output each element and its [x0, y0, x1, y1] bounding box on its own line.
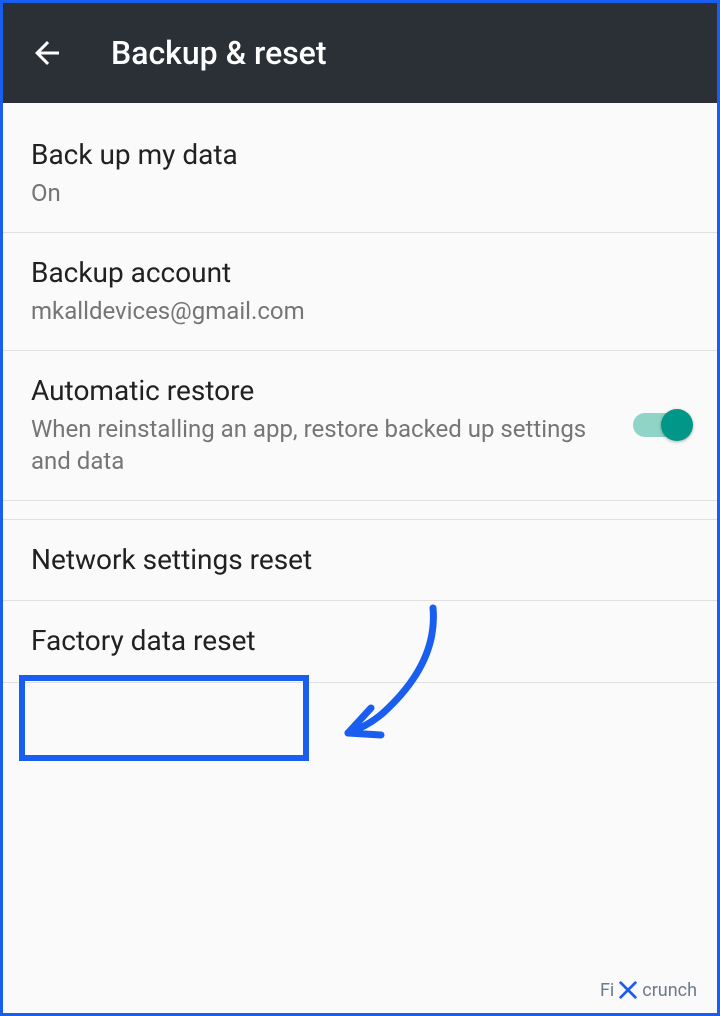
toggle-knob-icon — [661, 409, 693, 441]
list-item-text: Factory data reset — [31, 623, 689, 659]
settings-list: Back up my data On Backup account mkalld… — [3, 103, 717, 683]
backup-my-data-item[interactable]: Back up my data On — [3, 115, 717, 233]
watermark-suffix: crunch — [642, 980, 697, 1001]
app-header: Backup & reset — [3, 3, 717, 103]
list-item-text: Automatic restore When reinstalling an a… — [31, 373, 633, 478]
item-title: Back up my data — [31, 137, 669, 173]
section-spacer — [3, 501, 717, 519]
watermark: Fi crunch — [600, 979, 697, 1001]
list-item-text: Backup account mkalldevices@gmail.com — [31, 255, 689, 328]
automatic-restore-item[interactable]: Automatic restore When reinstalling an a… — [3, 351, 717, 501]
back-button[interactable] — [23, 29, 71, 77]
item-title: Factory data reset — [31, 623, 669, 659]
item-subtitle: When reinstalling an app, restore backed… — [31, 413, 613, 478]
factory-data-reset-item[interactable]: Factory data reset — [3, 601, 717, 682]
item-subtitle: On — [31, 177, 669, 209]
list-item-text: Network settings reset — [31, 542, 689, 578]
item-subtitle: mkalldevices@gmail.com — [31, 295, 669, 327]
item-title: Automatic restore — [31, 373, 613, 409]
network-settings-reset-item[interactable]: Network settings reset — [3, 519, 717, 601]
backup-account-item[interactable]: Backup account mkalldevices@gmail.com — [3, 233, 717, 351]
page-title: Backup & reset — [111, 34, 326, 72]
item-title: Backup account — [31, 255, 669, 291]
annotation-highlight-box — [19, 675, 309, 761]
automatic-restore-toggle[interactable] — [633, 413, 689, 437]
watermark-x-icon — [617, 979, 639, 1001]
arrow-back-icon — [29, 35, 65, 71]
list-item-text: Back up my data On — [31, 137, 689, 210]
watermark-prefix: Fi — [600, 980, 614, 1001]
item-title: Network settings reset — [31, 542, 669, 578]
